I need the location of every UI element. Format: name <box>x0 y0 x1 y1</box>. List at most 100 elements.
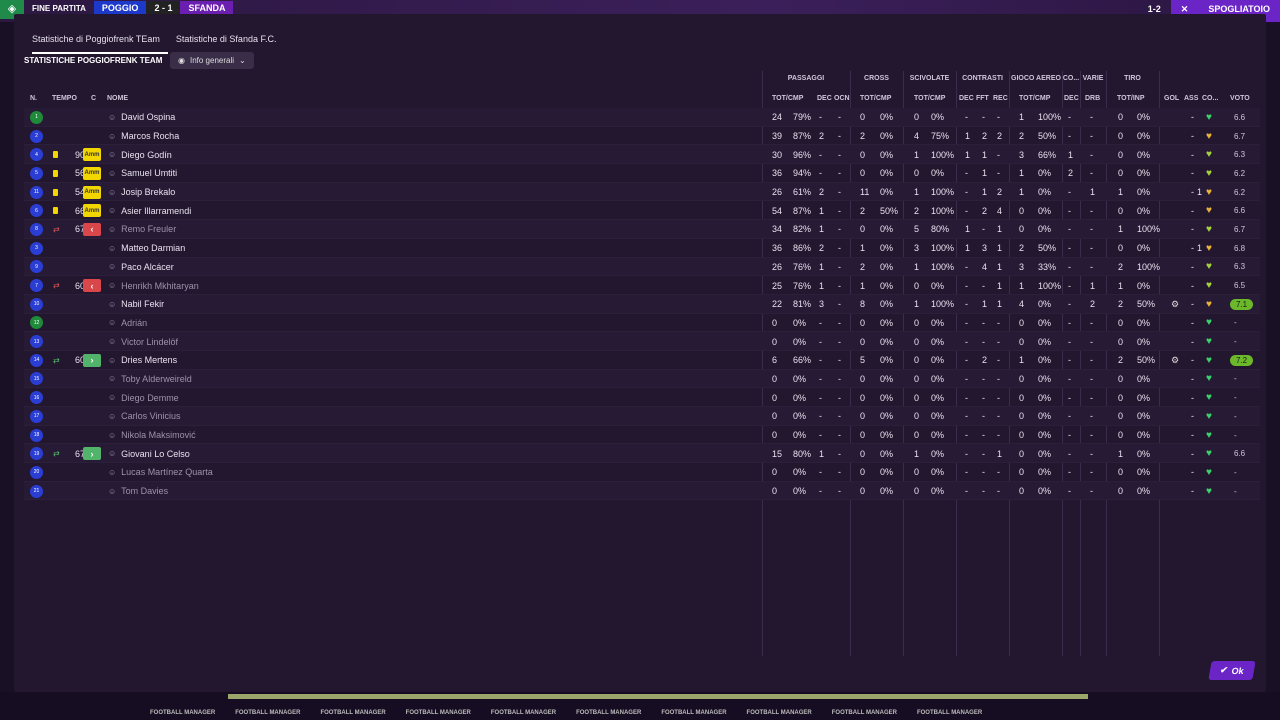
header-pass-dec[interactable]: DEC <box>817 95 832 102</box>
player-name-cell[interactable]: ☺ Josip Brekalo <box>108 183 175 202</box>
contrasti-fft: - <box>982 430 985 441</box>
table-row[interactable]: 7 ⇄ 60 ‹ ☺ Henrikh Mkhitaryan 25 76% 1-1 0% 0 0% - -1… <box>24 276 1260 295</box>
player-name[interactable]: Diego Demme <box>121 393 179 403</box>
header-co-dec[interactable]: DEC <box>1064 95 1079 102</box>
passes-ocn: - <box>838 355 841 366</box>
table-row[interactable]: 3 ☺ Matteo Darmian 36 86% 2-1 0% 3 100% 1 3 1 2 50% - -… <box>24 239 1260 258</box>
player-name-cell[interactable]: ☺ Diego Demme <box>108 388 179 407</box>
table-row[interactable]: 17 ☺ Carlos Vinicius 0 0% - - 0 0% 0 0% - - - 0 0% - - 0 0%… <box>24 407 1260 426</box>
player-name[interactable]: Matteo Darmian <box>121 243 185 253</box>
table-row[interactable]: 8 ⇄ 67 ‹ ☺ Remo Freuler 34 82% 1-0 0% 5 80% 1-1 0 0% - -… <box>24 220 1260 239</box>
player-name-cell[interactable]: ☺ Dries Mertens <box>108 351 177 370</box>
table-row[interactable]: 19 ⇄ 67 › ☺ Giovani Lo Celso 15 80% 1-0 0% 1 0% - -1 0… <box>24 444 1260 464</box>
table-row[interactable]: 12 ☺ Adrián 0 0% - - 0 0% 0 0% - - - 0 0% - - 0 0% - ♥ - <box>24 314 1260 333</box>
player-name-cell[interactable]: ☺ Samuel Umtiti <box>108 164 177 183</box>
header-sciv-tot[interactable]: TOT/CMP <box>914 95 945 102</box>
player-name-cell[interactable]: ☺ Adrián <box>108 314 147 333</box>
table-row[interactable]: 16 ☺ Diego Demme 0 0% - - 0 0% 0 0% - - - 0 0% - - 0 0% - ♥ - <box>24 388 1260 407</box>
header-cross-tot[interactable]: TOT/CMP <box>860 95 891 102</box>
table-row[interactable]: 4 90 Amm ☺ Diego Godín 30 96% - -0 0% 1 100% 1 1-3 66%… <box>24 145 1260 165</box>
table-row[interactable]: 5 56 Amm ☺ Samuel Umtiti 36 94% - -0 0% 0 0% -1-1 0% 2… <box>24 164 1260 183</box>
player-name[interactable]: Samuel Umtiti <box>121 168 177 178</box>
player-name[interactable]: Henrikh Mkhitaryan <box>121 281 199 291</box>
player-name-cell[interactable]: ☺ David Ospina <box>108 108 175 127</box>
header-voto[interactable]: VOTO <box>1230 95 1250 102</box>
player-name[interactable]: Asier Illarramendi <box>121 206 191 216</box>
player-name[interactable]: Dries Mertens <box>121 355 177 365</box>
rating-badge: 6.6 <box>1234 112 1246 122</box>
table-row[interactable]: 13 ☺ Victor Lindelöf 0 0% - - 0 0% 0 0% - - - 0 0% - - 0 0%… <box>24 332 1260 351</box>
header-tempo[interactable]: TEMPO <box>52 95 77 102</box>
player-name[interactable]: Marcos Rocha <box>121 131 179 141</box>
table-row[interactable]: 6 66 Amm ☺ Asier Illarramendi 54 87% 1-2 50% 2 100… <box>24 201 1260 221</box>
player-name[interactable]: Remo Freuler <box>121 224 176 234</box>
player-name-cell[interactable]: ☺ Carlos Vinicius <box>108 407 181 426</box>
player-name-cell[interactable]: ☺ Lucas Martínez Quarta <box>108 463 213 482</box>
contrasti-dec: - <box>965 112 968 123</box>
player-name[interactable]: Adrián <box>121 318 147 328</box>
player-name-cell[interactable]: ☺ Paco Alcácer <box>108 258 174 277</box>
player-name-cell[interactable]: ☺ Henrikh Mkhitaryan <box>108 276 199 295</box>
player-name[interactable]: Toby Alderweireld <box>121 374 192 384</box>
tab-home-stats[interactable]: Statistiche di Poggiofrenk TEam <box>32 32 168 54</box>
table-row[interactable]: 14 ⇄ 60 › ☺ Dries Mertens 6 66% - -5 0% 0 0% -2-1 0% - -… <box>24 351 1260 370</box>
header-nome[interactable]: NOME <box>107 95 128 102</box>
player-name-cell[interactable]: ☺ Marcos Rocha <box>108 127 179 146</box>
aerial-total: 1 <box>1019 168 1025 179</box>
player-name-cell[interactable]: ☺ Nabil Fekir <box>108 295 164 314</box>
table-row[interactable]: 11 54 Amm ☺ Josip Brekalo 26 61% 2-11 0% 1 100% -1 2… <box>24 182 1260 202</box>
header-co2[interactable]: CO... <box>1202 95 1218 102</box>
player-name-cell[interactable]: ☺ Nikola Maksimović <box>108 426 196 445</box>
aerial-pct: 100% <box>1038 112 1062 123</box>
tackles-pct: 100% <box>931 261 955 272</box>
header-gol[interactable]: GOL <box>1164 95 1179 102</box>
view-select-dropdown[interactable]: ◉ Info generali ⌄ <box>170 52 254 69</box>
co-dec: - <box>1068 448 1071 459</box>
header-pass-ocn[interactable]: OCN <box>834 95 850 102</box>
contrasti-dec: - <box>965 261 968 272</box>
header-varie-drb[interactable]: DRB <box>1085 95 1100 102</box>
player-name-cell[interactable]: ☺ Diego Godín <box>108 145 172 164</box>
player-name-cell[interactable]: ☺ Victor Lindelöf <box>108 332 178 351</box>
player-name[interactable]: Josip Brekalo <box>121 187 175 197</box>
ok-button[interactable]: ✔ Ok <box>1208 661 1256 680</box>
header-con-rec[interactable]: REC <box>993 95 1008 102</box>
table-row[interactable]: 10 ☺ Nabil Fekir 22 81% 3-8 0% 1 100% -1 1 4 0% -2 2 50… <box>24 294 1260 314</box>
table-row[interactable]: 2 ☺ Marcos Rocha 39 87% 2-2 0% 4 75% 1 2 2 2 50% - -0 0%… <box>24 127 1260 146</box>
player-name-cell[interactable]: ☺ Toby Alderweireld <box>108 370 192 389</box>
player-name[interactable]: Nabil Fekir <box>121 299 164 309</box>
header-c[interactable]: C <box>91 95 96 102</box>
player-name[interactable]: David Ospina <box>121 112 175 122</box>
table-row[interactable]: 1 ☺ David Ospina 24 79% - -0 0% 0 0% - - -1 100% - -0 0%… <box>24 108 1260 127</box>
co-dec: - <box>1068 187 1071 198</box>
player-name[interactable]: Diego Godín <box>121 150 172 160</box>
header-tiro-tot[interactable]: TOT/INP <box>1117 95 1144 102</box>
aerial-total: 0 <box>1019 467 1025 478</box>
player-name-cell[interactable]: ☺ Remo Freuler <box>108 220 176 239</box>
chevron-down-icon: ⌄ <box>239 56 246 65</box>
player-name[interactable]: Paco Alcácer <box>121 262 174 272</box>
table-row[interactable]: 15 ☺ Toby Alderweireld 0 0% - - 0 0% 0 0% - - - 0 0% - - 0… <box>24 369 1260 389</box>
player-name[interactable]: Carlos Vinicius <box>121 411 180 421</box>
table-row[interactable]: 18 ☺ Nikola Maksimović 0 0% - - 0 0% 0 0% - - - 0 0% - - 0… <box>24 426 1260 445</box>
player-name[interactable]: Tom Davies <box>121 486 168 496</box>
player-name-cell[interactable]: ☺ Tom Davies <box>108 482 168 501</box>
tab-away-stats[interactable]: Statistiche di Sfanda F.C. <box>176 32 285 54</box>
table-row[interactable]: 21 ☺ Tom Davies 0 0% - - 0 0% 0 0% - - - 0 0% - - 0 0% - ♥ - <box>24 481 1260 501</box>
header-aereo-tot[interactable]: TOT/CMP <box>1019 95 1050 102</box>
player-name-cell[interactable]: ☺ Matteo Darmian <box>108 239 185 258</box>
header-pass-tot[interactable]: TOT/CMP <box>772 95 803 102</box>
table-row[interactable]: 9 ☺ Paco Alcácer 26 76% 1-2 0% 1 100% -4 1 3 33% - -2 1… <box>24 257 1260 277</box>
header-con-dec[interactable]: DEC <box>959 95 974 102</box>
player-name[interactable]: Lucas Martínez Quarta <box>121 467 213 477</box>
table-row[interactable]: 20 ☺ Lucas Martínez Quarta 0 0% - -0 0% 0 0% - - -0 0… <box>24 463 1260 482</box>
header-number[interactable]: N. <box>30 95 37 102</box>
player-name-cell[interactable]: ☺ Asier Illarramendi <box>108 201 191 220</box>
player-name[interactable]: Victor Lindelöf <box>121 337 178 347</box>
passes-dec: - <box>819 355 822 366</box>
player-name[interactable]: Nikola Maksimović <box>121 430 196 440</box>
header-con-fft[interactable]: FFT <box>976 95 989 102</box>
header-ass[interactable]: ASS <box>1184 95 1198 102</box>
player-name[interactable]: Giovani Lo Celso <box>121 449 190 459</box>
player-name-cell[interactable]: ☺ Giovani Lo Celso <box>108 444 190 463</box>
